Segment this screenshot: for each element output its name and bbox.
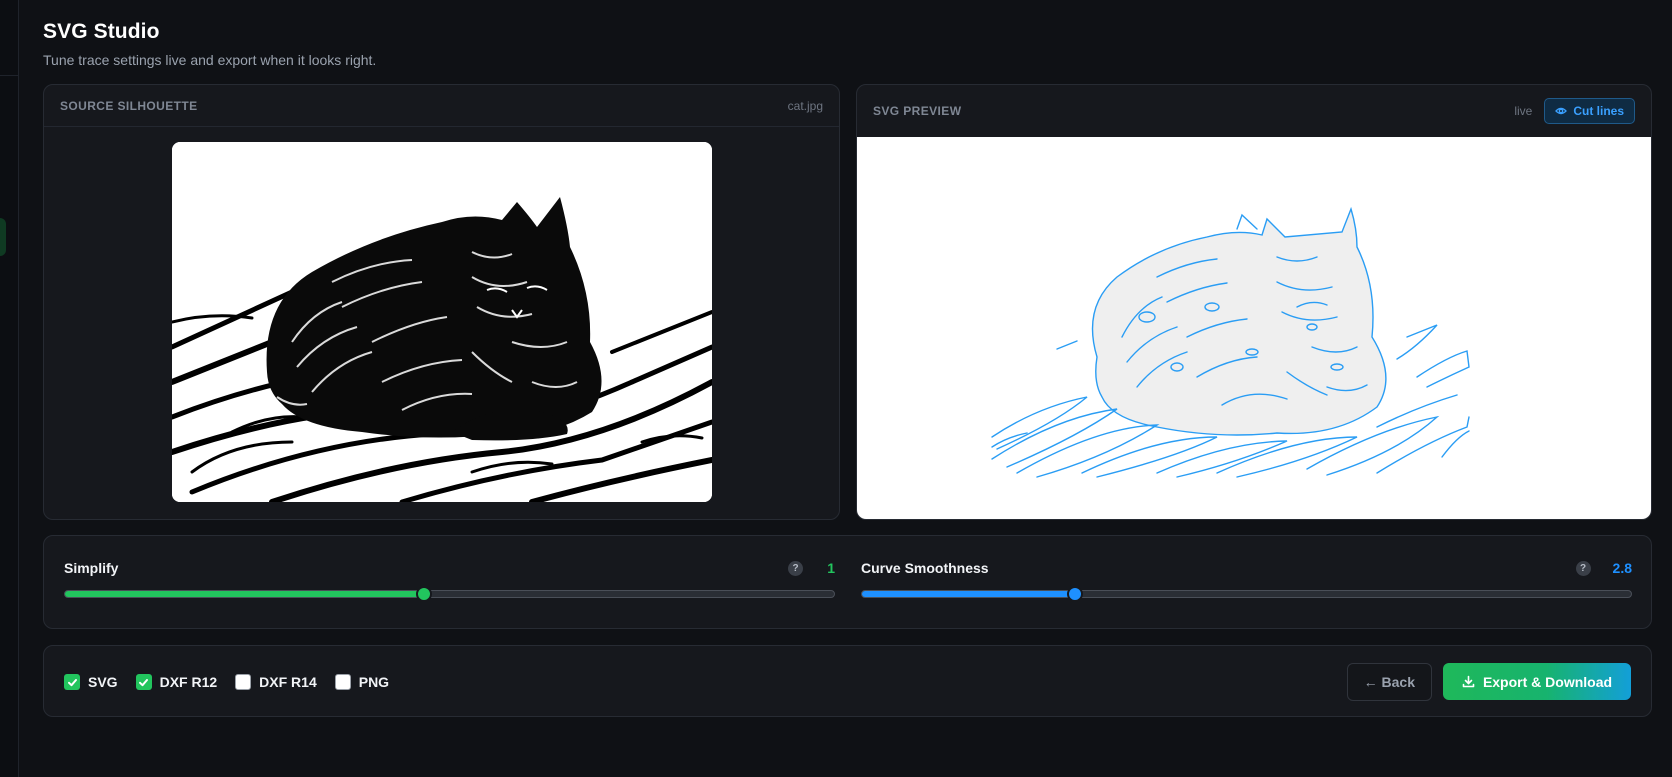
format-label: DXF R12 bbox=[159, 674, 218, 690]
smoothness-help-icon[interactable]: ? bbox=[1575, 560, 1591, 576]
smoothness-label-row: Curve Smoothness ? 2.8 bbox=[861, 557, 1632, 579]
live-status-label: live bbox=[1514, 104, 1533, 118]
preview-header-actions: live Cut lines bbox=[1514, 98, 1635, 124]
preview-panel-header: SVG PREVIEW live Cut lines bbox=[857, 85, 1651, 137]
cat-silhouette-image bbox=[172, 142, 712, 502]
simplify-label-row: Simplify ? 1 bbox=[64, 557, 835, 579]
export-download-button[interactable]: Export & Download bbox=[1443, 663, 1631, 700]
cut-lines-label: Cut lines bbox=[1573, 104, 1624, 118]
simplify-help-icon[interactable]: ? bbox=[788, 560, 803, 576]
format-option-dxf-r12[interactable]: DXF R12 bbox=[135, 674, 218, 690]
source-image bbox=[172, 142, 712, 502]
format-label: DXF R14 bbox=[259, 674, 317, 690]
format-label: PNG bbox=[358, 674, 390, 690]
simplify-value: 1 bbox=[827, 560, 835, 576]
simplify-slider-thumb[interactable] bbox=[416, 586, 433, 602]
format-option-svg[interactable]: SVG bbox=[64, 674, 118, 690]
eye-icon bbox=[1555, 105, 1568, 117]
smoothness-meta: ? 2.8 bbox=[1575, 560, 1632, 576]
cut-lines-toggle[interactable]: Cut lines bbox=[1544, 98, 1635, 124]
smoothness-slider-fill bbox=[862, 591, 1075, 597]
simplify-control: Simplify ? 1 bbox=[64, 536, 835, 628]
source-panel-title: SOURCE SILHOUETTE bbox=[60, 98, 198, 113]
back-button[interactable]: ← Back bbox=[1346, 663, 1432, 701]
simplify-meta: ? 1 bbox=[788, 560, 835, 576]
page-subtitle: Tune trace settings live and export when… bbox=[43, 52, 377, 68]
png-checkbox[interactable] bbox=[334, 674, 351, 690]
download-icon bbox=[1462, 675, 1475, 688]
traced-cat-outline bbox=[991, 206, 1470, 478]
simplify-slider-fill bbox=[65, 591, 425, 597]
format-option-png[interactable]: PNG bbox=[334, 674, 390, 690]
preview-panel-title: SVG PREVIEW bbox=[873, 104, 962, 118]
trace-settings-panel: Simplify ? 1 Curve Smoothness ? 2.8 bbox=[43, 535, 1652, 629]
svg-preview-panel: SVG PREVIEW live Cut lines bbox=[856, 84, 1652, 520]
curve-smoothness-value: 2.8 bbox=[1612, 560, 1632, 576]
source-filename: cat.jpg bbox=[787, 98, 823, 113]
source-stage bbox=[44, 127, 839, 519]
curve-smoothness-label: Curve Smoothness bbox=[861, 560, 989, 576]
format-option-dxf-r14[interactable]: DXF R14 bbox=[235, 674, 317, 690]
sidebar-active-indicator[interactable] bbox=[0, 218, 6, 256]
export-format-options: SVG DXF R12 DXF R14 PNG bbox=[64, 646, 395, 716]
page-title: SVG Studio bbox=[43, 20, 160, 43]
smoothness-slider-thumb[interactable] bbox=[1067, 586, 1083, 602]
dxf-r14-checkbox[interactable] bbox=[235, 674, 252, 690]
source-panel: SOURCE SILHOUETTE cat.jpg bbox=[43, 84, 840, 520]
export-download-label: Export & Download bbox=[1482, 673, 1613, 690]
svg-preview-canvas bbox=[857, 137, 1651, 519]
app-sidebar bbox=[0, 0, 19, 777]
simplify-slider[interactable] bbox=[64, 586, 835, 602]
source-panel-header: SOURCE SILHOUETTE cat.jpg bbox=[44, 85, 839, 127]
curve-smoothness-slider[interactable] bbox=[861, 586, 1632, 602]
simplify-label: Simplify bbox=[64, 560, 119, 576]
page-header: SVG Studio Tune trace settings live and … bbox=[43, 20, 376, 68]
export-panel: SVG DXF R12 DXF R14 PNG ← Back Export & bbox=[43, 645, 1652, 717]
export-actions: ← Back Export & Download bbox=[1346, 663, 1631, 701]
svg-checkbox[interactable] bbox=[64, 674, 80, 690]
sidebar-divider bbox=[0, 75, 19, 76]
format-label: SVG bbox=[88, 674, 118, 690]
curve-smoothness-control: Curve Smoothness ? 2.8 bbox=[861, 536, 1632, 628]
dxf-r12-checkbox[interactable] bbox=[135, 674, 152, 690]
